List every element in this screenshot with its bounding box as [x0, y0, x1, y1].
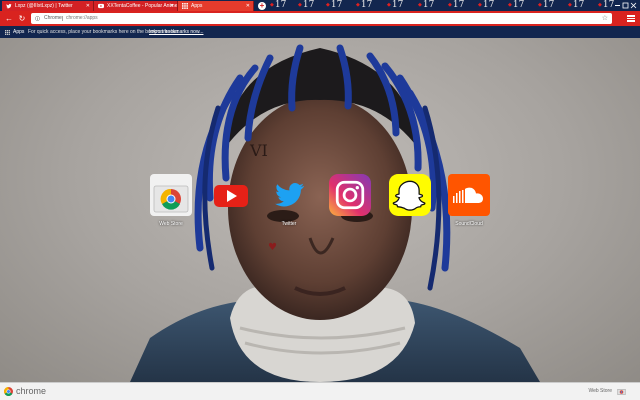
- url-text[interactable]: chrome://apps: [66, 13, 98, 24]
- apps-icon: [182, 3, 188, 9]
- tab-number: ◆17: [326, 0, 343, 10]
- youtube-icon: [214, 185, 248, 207]
- tab-title: XXTentaCoffee - Popular Anime: [107, 3, 178, 9]
- chrome-label: Chrome: [44, 15, 62, 21]
- web-store-link[interactable]: Web Store: [588, 383, 612, 400]
- app-label: Twitter: [281, 221, 297, 227]
- tab-number-strip: ◆17 ◆17 ◆17 ◆17 ◆17 ◆17 ◆17 ◆17 ◆17 ◆17 …: [270, 0, 630, 11]
- tab-strip: Lxpz (@IIIxtLxpz) | Twitter ✕ XXTentaCof…: [0, 0, 640, 11]
- app-launcher-grid: Web Store Twitter SoundCloud: [0, 174, 640, 234]
- snapchat-icon: [389, 174, 431, 216]
- new-tab-button[interactable]: +: [258, 2, 266, 10]
- menu-button[interactable]: [627, 14, 636, 23]
- tab-number: ◆17: [508, 0, 525, 10]
- bookmarks-bar: Apps For quick access, place your bookma…: [0, 26, 640, 38]
- app-label: Web Store: [159, 221, 183, 227]
- instagram-icon: [329, 174, 371, 216]
- close-icon[interactable]: ✕: [86, 1, 90, 11]
- minimize-icon: [615, 5, 620, 6]
- tab-youtube[interactable]: XXTentaCoffee - Popular Anime ✕: [94, 1, 178, 11]
- soundcloud-icon: [448, 174, 490, 216]
- app-label: SoundCloud: [455, 221, 483, 227]
- close-icon[interactable]: ✕: [246, 1, 250, 11]
- tab-number: ◆17: [448, 0, 465, 10]
- window-controls[interactable]: [612, 0, 638, 11]
- star-icon[interactable]: ☆: [602, 13, 608, 24]
- tab-number: ◆17: [538, 0, 555, 10]
- tab-number: ◆17: [478, 0, 495, 10]
- close-window-icon: [630, 2, 637, 9]
- toolbar: ← ↻ Chrome chrome://apps ☆: [0, 11, 640, 26]
- tab-title: Apps: [191, 3, 203, 9]
- tab-twitter[interactable]: Lxpz (@IIIxtLxpz) | Twitter ✕: [2, 1, 94, 11]
- twitter-icon: [6, 3, 12, 9]
- tab-number: ◆17: [298, 0, 315, 10]
- tab-number: ◆17: [270, 0, 287, 10]
- apps-icon[interactable]: [5, 30, 10, 35]
- tab-number: ◆17: [387, 0, 404, 10]
- svg-text:♥: ♥: [268, 242, 277, 253]
- twitter-icon: [275, 183, 304, 207]
- back-button[interactable]: ←: [4, 13, 14, 24]
- apps-footer: chrome Web Store: [0, 382, 640, 400]
- youtube-icon: [98, 3, 104, 9]
- tab-title: Lxpz (@IIIxtLxpz) | Twitter: [15, 3, 73, 9]
- maximize-icon: [622, 2, 629, 9]
- tab-apps[interactable]: Apps ✕: [178, 1, 254, 11]
- close-icon[interactable]: ✕: [170, 1, 174, 11]
- address-bar[interactable]: Chrome chrome://apps ☆: [31, 13, 612, 24]
- tab-number: ◆17: [356, 0, 373, 10]
- webstore-icon[interactable]: [617, 388, 626, 395]
- chrome-logo-icon: [4, 387, 13, 396]
- webstore-icon: [150, 174, 192, 216]
- chrome-brand: chrome: [16, 386, 47, 396]
- tab-number: ◆17: [418, 0, 435, 10]
- divider: [62, 16, 63, 21]
- info-icon: [35, 16, 40, 21]
- svg-text:VI: VI: [249, 141, 268, 160]
- import-bookmarks-link[interactable]: Import bookmarks now...: [149, 26, 203, 38]
- apps-page: ♥ VI Web Store Twitter SoundCloud: [0, 38, 640, 382]
- bookmark-apps[interactable]: Apps: [13, 26, 24, 38]
- tab-number: ◆17: [568, 0, 585, 10]
- reload-button[interactable]: ↻: [17, 13, 27, 24]
